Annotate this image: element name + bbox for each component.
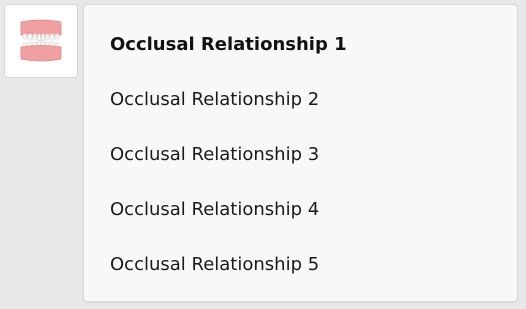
menu-item-label: Occlusal Relationship 2 [110, 89, 320, 110]
menu-item-occlusal-relationship-4[interactable]: Occlusal Relationship 4 [84, 182, 517, 237]
menu-item-occlusal-relationship-1[interactable]: Occlusal Relationship 1 [84, 17, 517, 72]
dentures-icon [20, 19, 62, 62]
menu-item-label: Occlusal Relationship 1 [110, 34, 347, 55]
menu-item-occlusal-relationship-3[interactable]: Occlusal Relationship 3 [84, 127, 517, 182]
menu-item-label: Occlusal Relationship 4 [110, 199, 320, 220]
menu-item-occlusal-relationship-2[interactable]: Occlusal Relationship 2 [84, 72, 517, 127]
menu-item-label: Occlusal Relationship 3 [110, 144, 320, 165]
occlusal-relationship-menu: Occlusal Relationship 1 Occlusal Relatio… [83, 4, 518, 302]
menu-item-label: Occlusal Relationship 5 [110, 254, 320, 275]
menu-item-occlusal-relationship-5[interactable]: Occlusal Relationship 5 [84, 237, 517, 292]
occlusion-tool-button[interactable] [4, 4, 78, 78]
